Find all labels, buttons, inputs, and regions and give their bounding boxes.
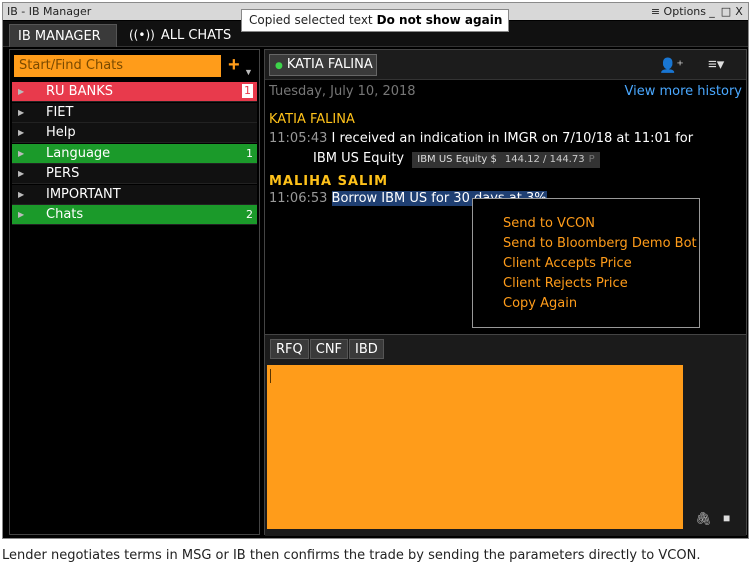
menu-item-client-rejects[interactable]: Client Rejects Price	[473, 274, 699, 294]
group-item-chats[interactable]: ▶ Chats 2	[12, 205, 257, 225]
message-text: I received an indication in IMGR on 7/10…	[331, 131, 694, 146]
expand-arrow-icon[interactable]: ▶	[18, 123, 24, 143]
chat-date: Tuesday, July 10, 2018	[269, 84, 416, 99]
group-label: Language	[46, 145, 111, 161]
figure-caption: Lender negotiates terms in MSG or IB the…	[2, 548, 701, 563]
plus-icon: +	[228, 54, 240, 76]
search-input[interactable]: Start/Find Chats	[14, 55, 221, 77]
menu-item-send-to-demo-bot[interactable]: Send to Bloomberg Demo Bot	[473, 234, 699, 254]
unread-count: 2	[246, 208, 253, 221]
paperclip-icon[interactable]: 🖇	[695, 511, 712, 527]
group-label: Help	[46, 125, 76, 140]
group-label: FIET	[46, 104, 74, 120]
tab-ib-manager[interactable]: IB MANAGER	[9, 24, 117, 47]
group-item-help[interactable]: ▶ Help	[12, 123, 257, 143]
window-title: IB - IB Manager	[7, 5, 92, 18]
ib-manager-window: IB - IB Manager ≡ Options _ □ X IB MANAG…	[2, 2, 749, 539]
chat-header: ● KATIA FALINA 👤⁺ ≡▾	[265, 50, 746, 80]
maximize-button[interactable]: □	[720, 3, 732, 20]
group-list: ▶ RU BANKS 1 ▶ FIET ▶ Help ▶ Language 1 …	[12, 82, 257, 226]
tab-ibd[interactable]: IBD	[349, 339, 384, 359]
message-line-cont: IBM US Equity IBM US Equity $ 144.12 / 14…	[313, 151, 600, 168]
send-icon[interactable]: ■	[723, 511, 730, 525]
group-item-language[interactable]: ▶ Language 1	[12, 143, 257, 164]
menu-item-copy-again[interactable]: Copy Again	[473, 294, 699, 314]
equity-quote-tag[interactable]: IBM US Equity $ 144.12 / 144.73 P	[412, 152, 600, 168]
message-input[interactable]	[267, 365, 683, 529]
close-button[interactable]: X	[733, 3, 745, 20]
copy-notification: Copied selected text Do not show again	[241, 9, 509, 32]
expand-arrow-icon[interactable]: ▶	[18, 103, 24, 123]
text-cursor	[270, 369, 271, 383]
chat-title: KATIA FALINA	[286, 57, 373, 72]
menu-icon[interactable]: ≡▾	[708, 55, 724, 73]
compose-tabs: RFQ CNF IBD	[270, 339, 385, 359]
group-label: IMPORTANT	[46, 186, 121, 202]
group-label: Chats	[46, 207, 84, 222]
broadcast-icon: ((•))	[129, 28, 155, 42]
quote-ticker: IBM US Equity $	[417, 154, 497, 165]
chevron-down-icon: ▼	[244, 67, 253, 77]
options-menu[interactable]: ≡ Options	[651, 3, 706, 20]
message-time: 11:05:43	[269, 131, 328, 146]
compose-area: RFQ CNF IBD 🖇 ■	[265, 334, 746, 536]
expand-arrow-icon[interactable]: ▶	[18, 164, 24, 184]
tab-all-chats-label: ALL CHATS	[160, 28, 232, 43]
tab-rfq[interactable]: RFQ	[270, 339, 309, 359]
group-item-important[interactable]: ▶ IMPORTANT	[12, 184, 257, 205]
message-sender: KATIA FALINA	[269, 112, 355, 127]
expand-arrow-icon[interactable]: ▶	[18, 82, 24, 102]
group-item-ru-banks[interactable]: ▶ RU BANKS 1	[12, 82, 257, 102]
expand-arrow-icon[interactable]: ▶	[18, 185, 24, 205]
message-time: 11:06:53	[269, 191, 328, 206]
notification-text: Copied selected text	[249, 13, 373, 27]
message-line: 11:05:43 I received an indication in IMG…	[269, 131, 693, 146]
group-item-fiet[interactable]: ▶ FIET	[12, 102, 257, 123]
message-text-cont: IBM US Equity	[313, 151, 405, 166]
group-label: PERS	[46, 166, 80, 181]
menu-item-send-to-vcon[interactable]: Send to VCON	[473, 214, 699, 234]
quote-price: 144.12 / 144.73	[504, 154, 585, 165]
chat-title-tab[interactable]: ● KATIA FALINA	[269, 54, 377, 76]
add-chat-button[interactable]: + ▼	[228, 55, 256, 77]
group-item-pers[interactable]: ▶ PERS	[12, 164, 257, 184]
unread-count: 1	[246, 146, 253, 160]
unread-count: 1	[242, 84, 253, 98]
tab-all-chats[interactable]: ((•)) ALL CHATS	[121, 24, 239, 47]
chat-list-panel: Start/Find Chats + ▼ ▶ RU BANKS 1 ▶ FIET…	[9, 49, 260, 535]
view-more-history-link[interactable]: View more history	[624, 84, 742, 99]
menu-item-client-accepts[interactable]: Client Accepts Price	[473, 254, 699, 274]
group-label: RU BANKS	[46, 84, 113, 99]
minimize-button[interactable]: _	[706, 3, 718, 20]
expand-arrow-icon[interactable]: ▶	[18, 205, 24, 225]
message-sender: MALIHA SALIM	[269, 174, 389, 189]
context-menu: Send to VCON Send to Bloomberg Demo Bot …	[472, 198, 700, 328]
do-not-show-again-link[interactable]: Do not show again	[377, 13, 503, 27]
quote-flag: P	[588, 154, 595, 165]
online-status-icon: ●	[275, 61, 283, 71]
add-person-icon[interactable]: 👤⁺	[659, 57, 684, 74]
chat-panel: ● KATIA FALINA 👤⁺ ≡▾ Tuesday, July 10, 20…	[264, 49, 747, 536]
expand-arrow-icon[interactable]: ▶	[18, 144, 24, 164]
tab-cnf[interactable]: CNF	[309, 339, 349, 359]
